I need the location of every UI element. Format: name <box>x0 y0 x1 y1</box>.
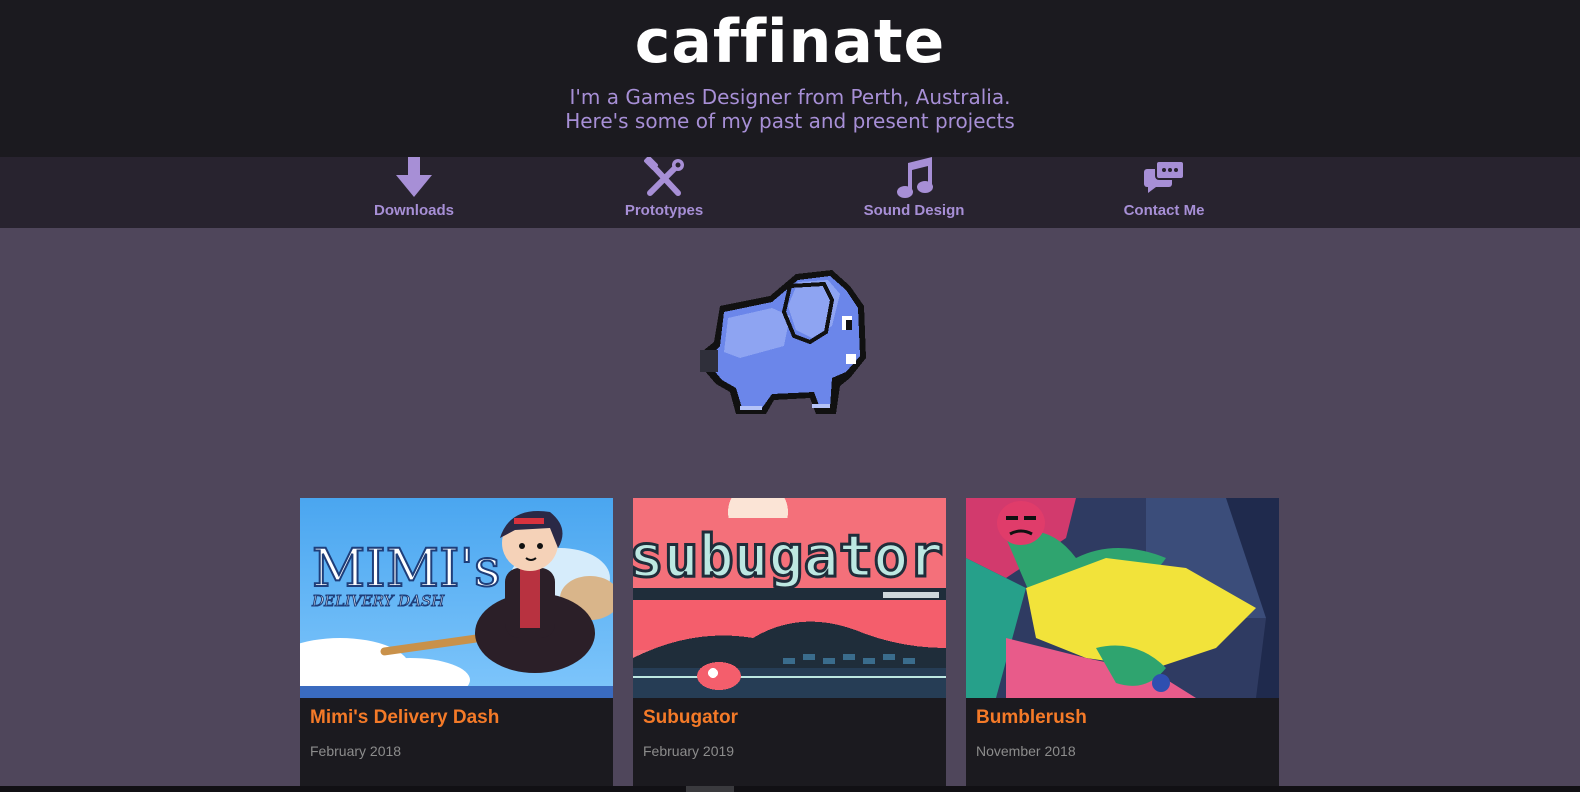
project-title[interactable]: Mimi's Delivery Dash <box>310 706 499 730</box>
nav-label-sound-design: Sound Design <box>863 202 965 219</box>
project-thumbnail[interactable] <box>966 498 1279 698</box>
project-title[interactable]: Bumblerush <box>976 706 1087 730</box>
nav-item-contact-me[interactable]: Contact Me <box>1074 157 1254 228</box>
project-date: November 2018 <box>976 743 1076 759</box>
nav-label-prototypes: Prototypes <box>624 202 704 219</box>
subugator-art-logo: subugator <box>633 522 943 590</box>
mimi-cover-art: MIMI's DELIVERY DASH <box>300 498 613 698</box>
nav-item-sound-design[interactable]: Sound Design <box>824 157 1004 228</box>
tagline-line-2: Here's some of my past and present proje… <box>565 109 1015 133</box>
pixel-elephant-logo[interactable] <box>700 266 872 418</box>
project-card-mimis-delivery-dash[interactable]: MIMI's DELIVERY DASH Mimi's Delivery Das… <box>300 498 613 792</box>
download-arrow-icon <box>396 157 432 197</box>
project-thumbnail[interactable]: subugator <box>633 498 946 698</box>
mimi-art-subtitle: DELIVERY DASH <box>311 592 445 610</box>
mimi-art-title: MIMI's <box>312 539 501 599</box>
project-title[interactable]: Subugator <box>643 706 738 730</box>
nav-label-contact-me: Contact Me <box>1123 202 1205 219</box>
horizontal-scrollbar-thumb[interactable] <box>686 786 734 792</box>
project-card-bumblerush[interactable]: Bumblerush November 2018 <box>966 498 1279 792</box>
subugator-cover-art: subugator <box>633 498 946 698</box>
site-title[interactable]: caffinate <box>0 4 1580 80</box>
main-nav: Downloads Prototypes Sound Design Contac… <box>0 157 1580 228</box>
project-date: February 2019 <box>643 743 735 759</box>
bumblerush-cover-art <box>966 498 1279 698</box>
nav-item-prototypes[interactable]: Prototypes <box>574 157 754 228</box>
site-header: caffinate I'm a Games Designer from Pert… <box>0 0 1580 157</box>
chat-bubbles-icon <box>1144 160 1185 193</box>
project-date: February 2018 <box>310 743 402 759</box>
tools-icon <box>644 157 684 196</box>
project-thumbnail[interactable]: MIMI's DELIVERY DASH <box>300 498 613 698</box>
project-card-subugator[interactable]: subugator Subugator February 2019 <box>633 498 946 792</box>
horizontal-scrollbar-track[interactable] <box>0 786 1580 792</box>
tagline-line-1: I'm a Games Designer from Perth, Austral… <box>569 85 1011 109</box>
music-note-icon <box>897 157 933 198</box>
nav-item-downloads[interactable]: Downloads <box>324 157 504 228</box>
nav-label-downloads: Downloads <box>373 202 454 219</box>
